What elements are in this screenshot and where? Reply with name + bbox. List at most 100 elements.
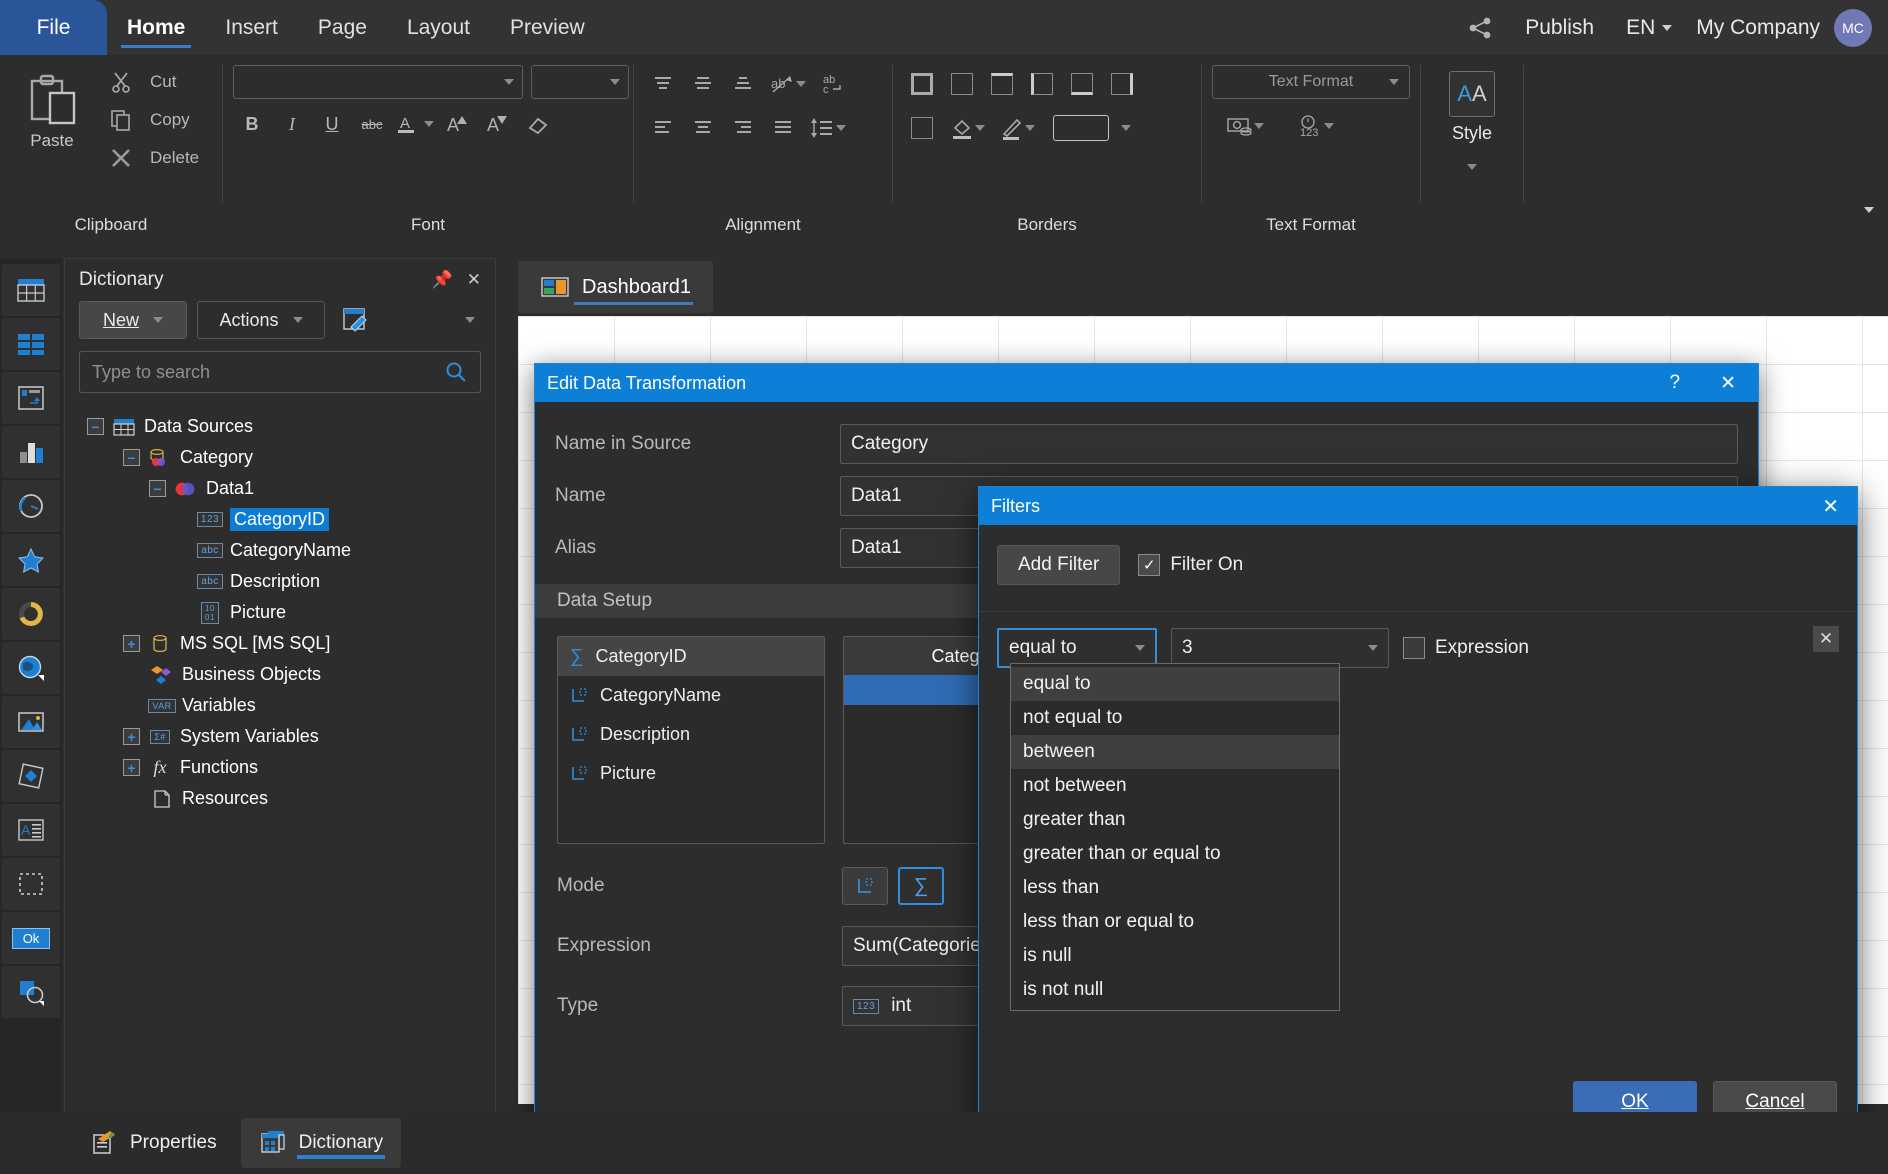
decrease-font-size-button[interactable]: A [479,105,517,143]
tree-node-business-objects[interactable]: Business Objects [75,659,485,690]
help-icon[interactable]: ? [1670,372,1681,395]
rail-item-progress[interactable] [2,588,60,640]
rail-item-overlay[interactable] [2,966,60,1018]
tree-node-data-sources[interactable]: − Data Sources [75,411,485,442]
name-in-source-input[interactable]: Category [840,424,1738,464]
columns-list-item[interactable]: Picture [558,754,824,793]
close-icon[interactable]: ✕ [1720,372,1736,395]
columns-list-item[interactable]: ∑ CategoryID [558,637,824,676]
search-icon[interactable] [444,360,468,384]
rail-item-grid[interactable] [2,318,60,370]
expander-icon[interactable]: − [149,480,166,497]
fill-color-button[interactable] [943,109,991,147]
document-tab-dashboard1[interactable]: Dashboard1 [518,261,713,313]
border-color-button[interactable] [993,109,1041,147]
menu-item-file[interactable]: File [0,0,107,55]
dropdown-option-not-equal-to[interactable]: not equal to [1011,701,1339,735]
pin-icon[interactable]: 📌 [432,270,453,290]
rail-item-indicator[interactable] [2,534,60,586]
company-button[interactable]: My Company [1682,16,1834,40]
font-size-combo[interactable] [531,65,629,99]
border-style-button[interactable] [1043,109,1119,147]
add-filter-button[interactable]: Add Filter [997,545,1121,585]
border-none-button[interactable] [943,65,981,103]
columns-list-item[interactable]: CategoryName [558,676,824,715]
dropdown-option-greater-than[interactable]: greater than [1011,803,1339,837]
dropdown-option-between[interactable]: between [1011,735,1339,769]
align-middle-button[interactable] [684,65,722,103]
rail-item-shape[interactable] [2,750,60,802]
filter-condition-dropdown[interactable]: equal to not equal to between not betwee… [1010,663,1340,1011]
align-top-button[interactable] [644,65,682,103]
statusbar-dictionary-tab[interactable]: Dictionary [240,1118,402,1168]
dropdown-option-less-than-or-equal-to[interactable]: less than or equal to [1011,905,1339,939]
search-input[interactable] [92,361,444,383]
tree-node-picture[interactable]: 10 01 Picture [75,597,485,628]
clear-formatting-button[interactable] [519,105,557,143]
currency-format-button[interactable] [1212,107,1278,145]
mode-aggregate-button[interactable]: ∑ [898,867,944,905]
border-all-button[interactable] [903,65,941,103]
tree-node-variables[interactable]: VAR Variables [75,690,485,721]
columns-list-item[interactable]: Description [558,715,824,754]
align-right-button[interactable] [724,109,762,147]
expander-icon[interactable]: − [87,418,104,435]
menu-item-layout[interactable]: Layout [387,0,490,55]
dropdown-option-equal-to[interactable]: equal to [1011,667,1339,701]
search-box[interactable] [79,351,481,393]
border-outline-button[interactable] [903,109,941,147]
tree-node-system-variables[interactable]: + Σ# System Variables [75,721,485,752]
tree-node-categoryname[interactable]: abc CategoryName [75,535,485,566]
strikethrough-button[interactable]: abc [353,105,391,143]
border-right-button[interactable] [1103,65,1141,103]
filter-condition-select[interactable]: equal to [997,628,1157,668]
expander-icon[interactable]: + [123,728,140,745]
cut-button[interactable]: Cut [98,63,208,101]
mode-dimension-button[interactable] [842,867,888,905]
wrap-text-button[interactable]: ab c [814,65,852,103]
tree-node-functions[interactable]: + fx Functions [75,752,485,783]
expander-icon[interactable]: + [123,759,140,776]
dropdown-option-is-null[interactable]: is null [1011,939,1339,973]
increase-font-size-button[interactable]: A [439,105,477,143]
menu-item-insert[interactable]: Insert [205,0,298,55]
line-spacing-button[interactable] [804,109,852,147]
rail-item-map[interactable] [2,642,60,694]
avatar[interactable]: MC [1834,8,1872,47]
chevron-down-icon[interactable] [465,317,475,323]
rail-item-richtext[interactable]: A [2,804,60,856]
align-left-button[interactable] [644,109,682,147]
new-button[interactable]: New [79,301,187,339]
rail-item-cross-tab[interactable] [2,372,60,424]
justify-button[interactable] [764,109,802,147]
share-icon[interactable] [1457,5,1503,51]
dropdown-option-is-not-null[interactable]: is not null [1011,973,1339,1007]
border-bottom-button[interactable] [1063,65,1101,103]
underline-button[interactable]: U [313,105,351,143]
dropdown-option-greater-than-or-equal-to[interactable]: greater than or equal to [1011,837,1339,871]
edit-dictionary-button[interactable] [335,306,375,334]
expander-icon[interactable]: + [123,635,140,652]
tree-node-resources[interactable]: Resources [75,783,485,814]
number-format-button[interactable]: 123 [1282,107,1348,145]
close-icon[interactable]: ✕ [467,270,481,290]
rail-item-table[interactable] [2,264,60,316]
align-center-button[interactable] [684,109,722,147]
menu-item-page[interactable]: Page [298,0,387,55]
close-icon[interactable]: ✕ [1822,494,1845,519]
tree-node-data1[interactable]: − Data1 [75,473,485,504]
text-direction-button[interactable]: ab [764,65,812,103]
filter-value-select[interactable]: 3 [1171,628,1389,668]
italic-button[interactable]: I [273,105,311,143]
font-color-button[interactable]: A [393,105,437,143]
dropdown-option-less-than[interactable]: less than [1011,871,1339,905]
tree-node-ms-sql[interactable]: + MS SQL [MS SQL] [75,628,485,659]
chevron-down-icon[interactable] [1467,164,1477,170]
statusbar-properties-tab[interactable]: Properties [72,1118,235,1168]
tree-node-categoryid[interactable]: 123 CategoryID [75,504,485,535]
style-button[interactable]: AA Style [1432,67,1512,170]
remove-filter-button[interactable]: ✕ [1813,626,1839,652]
border-left-button[interactable] [1023,65,1061,103]
copy-button[interactable]: Copy [98,101,208,139]
tree-node-description[interactable]: abc Description [75,566,485,597]
